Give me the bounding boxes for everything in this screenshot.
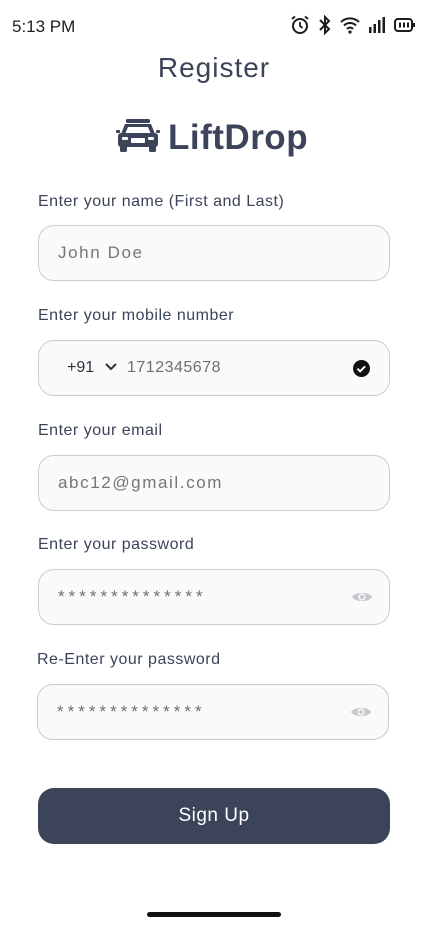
signal-icon (368, 16, 386, 34)
mobile-field[interactable]: +91 1712345678 (38, 340, 390, 396)
wifi-icon (340, 16, 360, 34)
home-indicator[interactable] (147, 912, 281, 917)
email-field[interactable] (38, 455, 390, 511)
name-field[interactable] (38, 225, 390, 281)
password-field[interactable]: ************** (38, 569, 390, 625)
status-time: 5:13 PM (12, 17, 76, 36)
confirm-password-input[interactable]: ************** (57, 685, 317, 739)
eye-icon[interactable] (351, 587, 373, 612)
status-icons (290, 15, 416, 35)
confirm-password-field[interactable]: ************** (37, 684, 389, 740)
page-title: Register (157, 52, 271, 83)
password-label: Enter your password (38, 536, 195, 553)
mobile-input[interactable]: 1712345678 (127, 341, 221, 395)
brand-name: LiftDrop (168, 117, 309, 157)
chevron-down-icon[interactable] (104, 360, 118, 379)
email-label: Enter your email (38, 422, 163, 439)
sign-up-button[interactable]: Sign Up (38, 788, 390, 844)
alarm-icon (290, 15, 310, 35)
name-label: Enter your name (First and Last) (38, 193, 285, 210)
check-circle-icon (353, 360, 370, 382)
country-code-select[interactable]: +91 (67, 341, 94, 395)
battery-icon (394, 17, 416, 33)
password-input[interactable]: ************** (58, 570, 318, 624)
brand-logo: LiftDrop (116, 116, 308, 159)
car-icon (116, 116, 160, 159)
eye-icon[interactable] (350, 702, 372, 727)
confirm-password-label: Re-Enter your password (37, 651, 221, 668)
email-input[interactable] (58, 456, 318, 510)
mobile-label: Enter your mobile number (38, 307, 235, 324)
name-input[interactable] (58, 226, 318, 280)
status-bar: 5:13 PM (0, 0, 428, 52)
bluetooth-icon (318, 15, 332, 35)
